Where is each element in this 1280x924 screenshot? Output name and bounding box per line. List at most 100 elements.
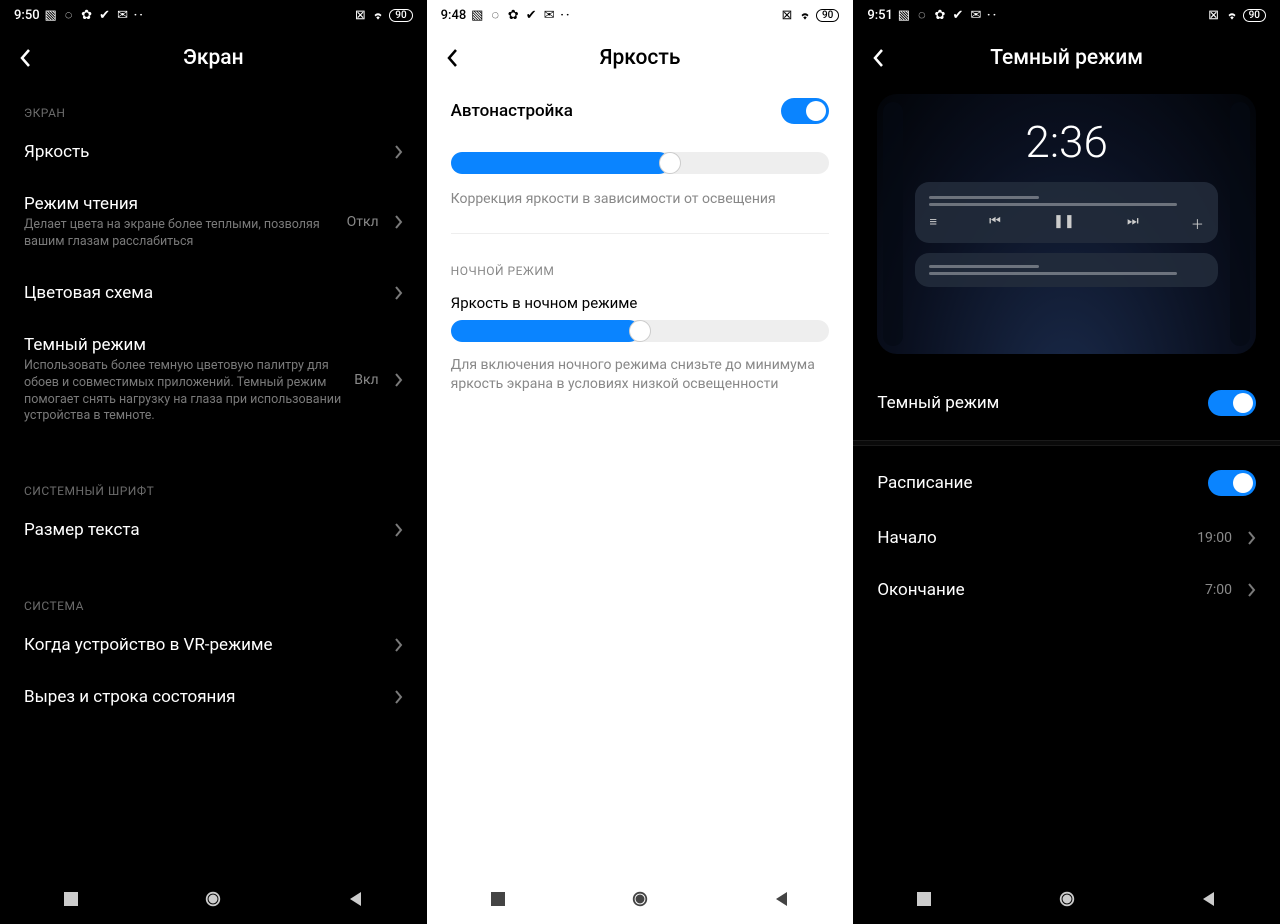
wifi-icon: [1225, 8, 1239, 22]
reading-mode-row[interactable]: Режим чтения Делает цвета на экране боле…: [24, 178, 403, 267]
pause-icon: ❚❚: [1053, 214, 1075, 233]
page-title: Экран: [20, 46, 407, 70]
nav-bar: [427, 874, 854, 924]
status-time: 9:51: [867, 8, 893, 23]
row-title: Расписание: [877, 473, 1198, 493]
color-scheme-row[interactable]: Цветовая схема: [24, 267, 403, 319]
dark-mode-toggle[interactable]: [1208, 390, 1256, 416]
status-bar: 9:48 ▧ ◌ ✿ ✔ ✉ ·· ⊠ 90: [427, 0, 854, 30]
nav-recent-button[interactable]: [36, 874, 106, 924]
dark-mode-preview: 2:36 ≡ ⏮ ❚❚ ⏭ ＋: [877, 94, 1256, 354]
plus-icon: ＋: [1191, 214, 1204, 233]
chevron-right-icon: [395, 286, 403, 300]
header: Экран: [0, 30, 427, 88]
status-icon: ▧: [897, 8, 911, 22]
night-brightness-note: Для включения ночного режима снизьте до …: [451, 350, 830, 400]
row-title: Яркость: [24, 142, 385, 162]
prev-icon: ⏮: [989, 214, 1001, 233]
chevron-right-icon: [395, 215, 403, 229]
preview-notification: ≡ ⏮ ❚❚ ⏭ ＋: [915, 182, 1218, 243]
nav-home-button[interactable]: [605, 874, 675, 924]
menu-icon: ≡: [929, 214, 937, 233]
row-title: Темный режим: [24, 335, 344, 355]
nav-back-button[interactable]: [321, 874, 391, 924]
row-subtitle: Делает цвета на экране более теплыми, по…: [24, 217, 337, 251]
end-time-row[interactable]: Окончание 7:00: [877, 564, 1256, 616]
nav-recent-button[interactable]: [463, 874, 533, 924]
schedule-toggle-row: Расписание: [877, 454, 1256, 512]
chevron-right-icon: [395, 638, 403, 652]
row-title: Темный режим: [877, 393, 1198, 413]
row-title: Вырез и строка состояния: [24, 687, 385, 707]
header: Темный режим: [853, 30, 1280, 88]
row-value: Откл: [347, 214, 379, 230]
more-notifications-icon: ··: [987, 8, 998, 23]
row-value: 7:00: [1205, 582, 1232, 598]
gear-icon: ✿: [933, 8, 947, 22]
status-time: 9:50: [14, 8, 40, 23]
check-icon: ✔: [951, 8, 965, 22]
section-header-display: Экран: [24, 88, 403, 126]
night-brightness-slider[interactable]: [451, 320, 830, 342]
mail-icon: ✉: [969, 8, 983, 22]
battery-level: 90: [1243, 9, 1266, 22]
chevron-right-icon: [1248, 531, 1256, 545]
sim-icon: ⊠: [1207, 8, 1221, 22]
sim-icon: ⊠: [780, 8, 794, 22]
row-subtitle: Использовать более темную цветовую палит…: [24, 358, 344, 426]
chevron-right-icon: [395, 523, 403, 537]
status-icon: ▧: [470, 8, 484, 22]
wifi-icon: [371, 8, 385, 22]
chevron-right-icon: [395, 690, 403, 704]
brightness-row[interactable]: Яркость: [24, 126, 403, 178]
section-header-font: Системный шрифт: [24, 466, 403, 504]
check-icon: ✔: [98, 8, 112, 22]
row-title: Когда устройство в VR-режиме: [24, 635, 385, 655]
row-title: Режим чтения: [24, 194, 337, 214]
row-value: 19:00: [1197, 530, 1232, 546]
preview-notification: [915, 253, 1218, 287]
row-title: Окончание: [877, 580, 1195, 600]
row-title: Размер текста: [24, 520, 385, 540]
chevron-right-icon: [395, 145, 403, 159]
screen-settings-panel: 9:50 ▧ ◌ ✿ ✔ ✉ ·· ⊠ 90 Экран Экран Яркос…: [0, 0, 427, 924]
mail-icon: ✉: [542, 8, 556, 22]
nav-back-button[interactable]: [1174, 874, 1244, 924]
more-notifications-icon: ··: [134, 8, 145, 23]
schedule-toggle[interactable]: [1208, 470, 1256, 496]
chevron-right-icon: [395, 373, 403, 387]
header: Яркость: [427, 30, 854, 88]
location-icon: ◌: [915, 8, 929, 22]
nav-recent-button[interactable]: [889, 874, 959, 924]
status-time: 9:48: [441, 8, 467, 23]
mail-icon: ✉: [116, 8, 130, 22]
back-button[interactable]: [20, 46, 44, 70]
nav-home-button[interactable]: [178, 874, 248, 924]
nav-back-button[interactable]: [747, 874, 817, 924]
cutout-row[interactable]: Вырез и строка состояния: [24, 671, 403, 723]
brightness-slider[interactable]: [451, 152, 830, 174]
dark-mode-panel: 9:51 ▧ ◌ ✿ ✔ ✉ ·· ⊠ 90 Темный режим 2:36…: [853, 0, 1280, 924]
location-icon: ◌: [62, 8, 76, 22]
row-value: Вкл: [354, 372, 378, 388]
nav-bar: [0, 874, 427, 924]
battery-level: 90: [389, 9, 412, 22]
row-title: Начало: [877, 528, 1187, 548]
dark-mode-row[interactable]: Темный режим Использовать более темную ц…: [24, 319, 403, 442]
more-notifications-icon: ··: [560, 8, 571, 23]
status-bar: 9:50 ▧ ◌ ✿ ✔ ✉ ·· ⊠ 90: [0, 0, 427, 30]
gear-icon: ✿: [80, 8, 94, 22]
preview-clock: 2:36: [895, 116, 1238, 168]
battery-level: 90: [816, 9, 839, 22]
nav-home-button[interactable]: [1032, 874, 1102, 924]
vr-mode-row[interactable]: Когда устройство в VR-режиме: [24, 619, 403, 671]
back-button[interactable]: [447, 46, 471, 70]
gear-icon: ✿: [506, 8, 520, 22]
text-size-row[interactable]: Размер текста: [24, 504, 403, 556]
back-button[interactable]: [873, 46, 897, 70]
location-icon: ◌: [488, 8, 502, 22]
check-icon: ✔: [524, 8, 538, 22]
wifi-icon: [798, 8, 812, 22]
start-time-row[interactable]: Начало 19:00: [877, 512, 1256, 564]
auto-brightness-toggle[interactable]: [781, 98, 829, 124]
